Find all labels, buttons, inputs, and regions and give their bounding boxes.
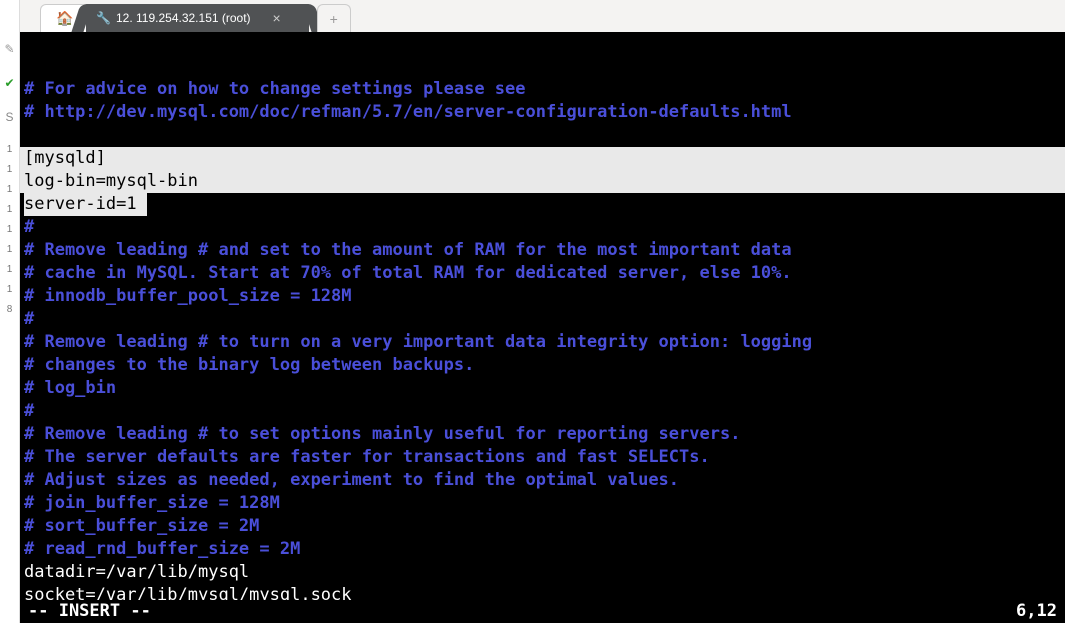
gutter-numbers: 1 1 1 1 1 1 1 1 8 [7,144,13,315]
wrench-icon [96,11,110,25]
editor-line: # Adjust sizes as needed, experiment to … [20,469,1065,492]
gutter-strip: ✎ ✔ S 1 1 1 1 1 1 1 1 8 [0,0,20,623]
editor-line: # read_rnd_buffer_size = 2M [20,538,1065,561]
editor-line: # http://dev.mysql.com/doc/refman/5.7/en… [20,101,1065,124]
active-tab[interactable]: 12. 119.254.32.151 (root) × [86,4,309,32]
editor-line: # sort_buffer_size = 2M [20,515,1065,538]
pencil-icon: ✎ [3,42,17,56]
editor-line: # innodb_buffer_pool_size = 128M [20,285,1065,308]
editor-line: # The server defaults are faster for tra… [20,446,1065,469]
editor-line: # log_bin [20,377,1065,400]
editor-line: # changes to the binary log between back… [20,354,1065,377]
cursor-position: 6,12 [1016,600,1057,623]
editor-line: # cache in MySQL. Start at 70% of total … [20,262,1065,285]
editor-line: # [20,400,1065,423]
gutter-num: 1 [7,184,13,195]
editor-line: log-bin=mysql-bin [20,170,1065,193]
editor-line: # join_buffer_size = 128M [20,492,1065,515]
editor-line [20,124,1065,147]
gutter-num: 1 [7,264,13,275]
gutter-num: 1 [7,284,13,295]
vim-status-line: -- INSERT -- 6,12 [20,600,1065,623]
home-icon [56,11,72,27]
editor-line: # [20,308,1065,331]
editor-line: # [20,216,1065,239]
editor-line: [mysqld] [20,147,1065,170]
gutter-num: 1 [7,144,13,155]
gutter-letter: S [3,110,17,124]
editor-line: # Remove leading # to turn on a very imp… [20,331,1065,354]
tab-title: 12. 119.254.32.151 (root) [116,11,251,25]
editor-line: datadir=/var/lib/mysql [20,561,1065,584]
plus-icon [330,11,338,27]
close-icon[interactable]: × [273,10,281,26]
gutter-num: 1 [7,204,13,215]
vim-mode: -- INSERT -- [28,600,151,623]
gutter-num: 1 [7,164,13,175]
tab-bar: 12. 119.254.32.151 (root) × [20,0,1065,32]
new-tab-button[interactable] [317,4,351,32]
check-icon: ✔ [3,76,17,90]
gutter-num: 1 [7,224,13,235]
editor-line: # For advice on how to change settings p… [20,78,1065,101]
gutter-num: 8 [7,304,13,315]
terminal-editor[interactable]: # For advice on how to change settings p… [20,32,1065,623]
editor-line: # Remove leading # to set options mainly… [20,423,1065,446]
editor-line: # Remove leading # and set to the amount… [20,239,1065,262]
gutter-num: 1 [7,244,13,255]
editor-line: server-id=1 [20,193,1065,216]
